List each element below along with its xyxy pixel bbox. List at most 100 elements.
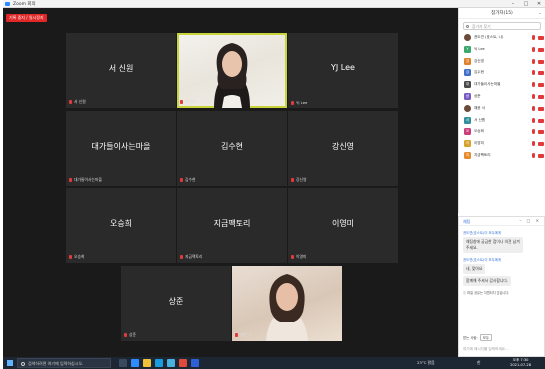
video-off-icon[interactable] bbox=[538, 142, 544, 147]
participant-row[interactable]: 권도연 (호스트, 나) bbox=[463, 32, 545, 44]
tile-label: 권도연 bbox=[180, 99, 195, 105]
video-tile[interactable]: YJ Lee YJ Lee bbox=[288, 33, 398, 108]
mic-muted-icon[interactable] bbox=[532, 129, 535, 135]
video-tile[interactable]: 채윤 서 bbox=[232, 266, 342, 341]
participant-row[interactable]: 대 대가들이사는마을 bbox=[463, 79, 545, 91]
mic-muted-icon[interactable] bbox=[532, 105, 535, 111]
participant-row[interactable]: 강 강신영 bbox=[463, 56, 545, 68]
video-off-icon[interactable] bbox=[538, 118, 544, 123]
weather-widget[interactable]: 23°C 맑음 bbox=[417, 360, 435, 366]
chat-message: 네, 맞아요 bbox=[463, 264, 486, 274]
tile-name: 대가들이사는마을 bbox=[91, 142, 151, 151]
minimize-button[interactable]: – bbox=[507, 0, 519, 8]
participants-title: 참가자(15) bbox=[491, 11, 513, 16]
mic-muted-icon bbox=[69, 255, 72, 259]
participant-search-input[interactable]: 참가자 찾기 bbox=[463, 22, 541, 30]
tile-label: 강신영 bbox=[291, 177, 306, 183]
participant-row[interactable]: 서서 신원 bbox=[463, 115, 545, 127]
panel-popout-icon[interactable]: ⌄ bbox=[538, 8, 542, 19]
participant-name: YJ Lee bbox=[474, 46, 485, 51]
participant-avatar: 서 bbox=[464, 116, 471, 124]
mic-muted-icon bbox=[180, 100, 183, 104]
participant-row[interactable]: 김 김수현 bbox=[463, 67, 545, 79]
close-window-button[interactable]: ✕ bbox=[533, 0, 545, 8]
mic-muted-icon[interactable] bbox=[532, 35, 535, 40]
chat-recipient-select[interactable]: 모두 bbox=[479, 334, 492, 341]
participant-avatar: 김 bbox=[464, 69, 471, 77]
video-off-icon[interactable] bbox=[538, 130, 544, 135]
participant-row[interactable]: 채윤 서 bbox=[463, 103, 545, 115]
participant-name: 채윤 서 bbox=[474, 105, 486, 110]
mic-muted-icon bbox=[291, 255, 294, 259]
zoom-taskbar-icon[interactable] bbox=[131, 359, 139, 367]
chrome-browser-icon[interactable] bbox=[179, 359, 187, 367]
window-title: Zoom 회의 bbox=[13, 2, 36, 7]
ime-indicator[interactable]: 한 bbox=[477, 360, 481, 366]
video-tile[interactable]: 강신영 강신영 bbox=[288, 111, 398, 186]
tile-name: 김수현 bbox=[220, 142, 244, 151]
video-off-icon[interactable] bbox=[538, 94, 544, 99]
video-tile[interactable]: 상준 상준 bbox=[121, 266, 231, 341]
video-tile[interactable]: 이영미 이영미 bbox=[288, 188, 398, 263]
mic-muted-icon bbox=[180, 255, 183, 259]
mic-muted-icon[interactable] bbox=[532, 117, 535, 123]
edge-browser-icon[interactable] bbox=[155, 359, 163, 367]
participant-avatar: 강 bbox=[464, 57, 471, 65]
video-tile[interactable]: 오승희 오승희 bbox=[66, 188, 176, 263]
video-off-icon[interactable] bbox=[538, 83, 544, 88]
mic-muted-icon[interactable] bbox=[532, 152, 535, 158]
mic-muted-icon[interactable] bbox=[532, 93, 535, 99]
tile-name: 지금팩토리 bbox=[213, 219, 251, 228]
taskbar-search-box[interactable]: 검색하려면 여기에 입력하십시오. bbox=[17, 358, 111, 368]
chat-file-note: ⓘ 파일 공유는 지원되지 않습니다. bbox=[463, 291, 510, 295]
participant-row[interactable]: 이 이영미 bbox=[463, 138, 545, 150]
video-off-icon[interactable] bbox=[538, 71, 544, 76]
maximize-button[interactable]: □ bbox=[520, 0, 532, 8]
chat-header: 채팅 – □ ✕ bbox=[459, 217, 544, 226]
participant-name: 상준 bbox=[474, 93, 481, 98]
chat-message-input[interactable]: 여기에 메시지를 입력하세요... bbox=[463, 347, 508, 352]
participant-name: 강신영 bbox=[474, 58, 484, 63]
participant-name: 대가들이사는마을 bbox=[474, 82, 501, 87]
recording-control[interactable]: 기록 중지 / 일시정지 bbox=[6, 14, 47, 22]
participant-row[interactable]: 지 지금팩토리 bbox=[463, 150, 545, 162]
video-tile[interactable]: 김수현 김수현 bbox=[177, 111, 287, 186]
chat-message: 채팅창에 궁금한 점이나 의견 남겨주세요. bbox=[463, 237, 523, 253]
clock-date: 2021-07-28 bbox=[510, 363, 531, 367]
windows-start-icon[interactable] bbox=[7, 360, 13, 366]
store-icon[interactable] bbox=[167, 359, 175, 367]
participant-video-image bbox=[266, 274, 308, 341]
video-tile[interactable]: 지금팩토리 지금팩토리 bbox=[177, 188, 287, 263]
task-view-icon[interactable] bbox=[119, 359, 127, 367]
file-explorer-icon[interactable] bbox=[143, 359, 151, 367]
chat-window-controls[interactable]: – □ ✕ bbox=[519, 218, 541, 223]
video-off-icon[interactable] bbox=[538, 153, 544, 158]
mic-muted-icon[interactable] bbox=[532, 141, 535, 147]
mic-muted-icon[interactable] bbox=[532, 70, 535, 76]
word-icon[interactable] bbox=[191, 359, 199, 367]
video-off-icon[interactable] bbox=[538, 47, 544, 52]
windows-taskbar: 검색하려면 여기에 입력하십시오. 23°C 맑음 한 오후 7:30 2021… bbox=[3, 357, 545, 369]
video-tile[interactable]: 대가들이사는마을 대가들이사는마을 bbox=[66, 111, 176, 186]
mic-muted-icon bbox=[291, 178, 294, 182]
participant-name: 서 신원 bbox=[474, 117, 486, 122]
mic-muted-icon bbox=[69, 100, 72, 104]
mic-muted-icon[interactable] bbox=[532, 82, 535, 88]
video-off-icon[interactable] bbox=[538, 106, 544, 111]
participants-panel: 참가자(15) ⌄ 참가자 찾기 권도연 (호스트, 나) Y YJ Lee 강 강신영… bbox=[458, 8, 545, 213]
chat-message: 함께해 주셔서 감사합니다. bbox=[463, 276, 512, 286]
video-off-icon[interactable] bbox=[538, 36, 544, 40]
mic-muted-icon[interactable] bbox=[532, 58, 535, 64]
participant-list: 권도연 (호스트, 나) Y YJ Lee 강 강신영 김 김수현 대 대가들이사는마을 상 상준 채… bbox=[459, 32, 545, 162]
participant-avatar: 대 bbox=[464, 81, 471, 89]
mic-muted-icon[interactable] bbox=[532, 46, 535, 52]
participant-row[interactable]: Y YJ Lee bbox=[463, 44, 545, 56]
tile-label: YJ Lee bbox=[291, 100, 307, 105]
participant-avatar: 오 bbox=[464, 128, 471, 136]
participant-row[interactable]: 상 상준 bbox=[463, 91, 545, 103]
video-off-icon[interactable] bbox=[538, 59, 544, 64]
video-tile[interactable]: 서 신원 서 신원 bbox=[66, 33, 176, 108]
participant-row[interactable]: 오 오승희 bbox=[463, 126, 545, 138]
video-tile-speaking[interactable]: 권도연 bbox=[177, 33, 287, 108]
taskbar-clock[interactable]: 오후 7:30 2021-07-28 bbox=[510, 358, 531, 368]
